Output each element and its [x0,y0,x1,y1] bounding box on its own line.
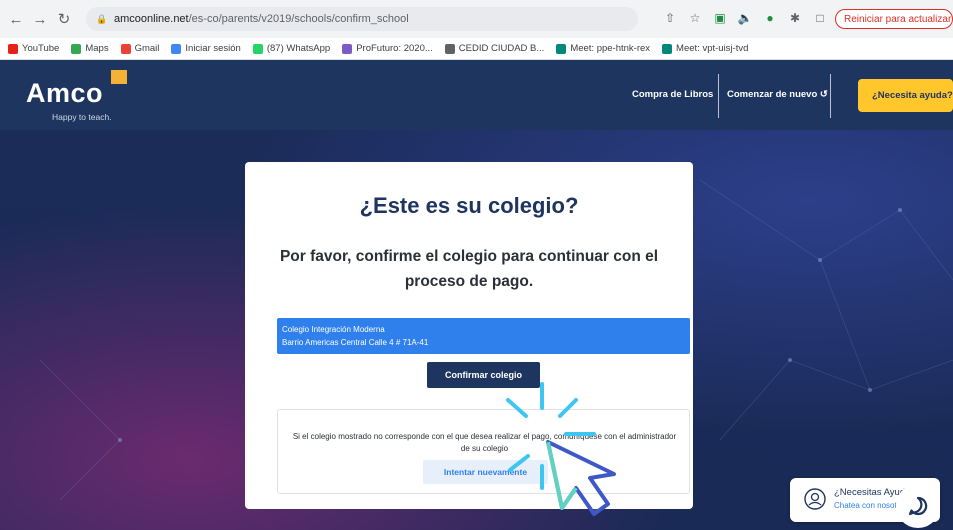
star-icon[interactable]: ☆ [687,9,703,27]
bookmark-favicon-icon [120,43,131,54]
puzzle-icon[interactable]: ✱ [787,9,803,27]
bookmark-label: YouTube [22,43,60,54]
url-path: /es-co/parents/v2019/schools/confirm_sch… [188,13,409,25]
click-cursor-icon [506,382,616,516]
support-agent-icon [804,488,826,510]
bookmark-label: (87) WhatsApp [266,43,331,54]
bookmark-item[interactable]: Maps [71,43,109,54]
bookmark-favicon-icon [342,43,353,54]
update-button[interactable]: Reiniciar para actualizar [835,9,953,29]
nav-books-link[interactable]: Compra de Libros [632,89,713,100]
bookmark-item[interactable]: Iniciar sesión [171,43,241,54]
help-button[interactable]: ¿Necesita ayuda? [858,79,953,112]
speaker-icon[interactable]: 🔈 [737,9,753,27]
bookmark-label: CEDID CIUDAD B... [458,43,545,54]
bookmark-favicon-icon [8,43,18,54]
school-address: Barrio Americas Central Calle 4 # 71A-41 [282,338,429,347]
bookmark-favicon-icon [444,43,455,54]
bookmark-item[interactable]: Gmail [120,43,160,54]
bookmark-item[interactable]: Meet: ppe-htnk-rex [556,43,650,54]
sidepanel-icon[interactable]: □ [812,9,828,27]
lock-icon: 🔒 [96,13,108,24]
browser-toolbar: ← → ↻ 🔒 amcoonline.net/es-co/parents/v20… [0,0,953,38]
nav-divider [830,74,831,118]
bookmark-favicon-icon [71,43,82,54]
logo-tagline: Happy to teach. [52,112,112,122]
page-title: ¿Este es su colegio? [359,193,579,218]
page-subtitle: Por favor, confirme el colegio para cont… [279,248,659,290]
bookmark-favicon-icon [252,43,263,54]
bookmark-item[interactable]: ProFuturo: 2020... [342,43,433,54]
bookmark-label: Maps [85,43,109,54]
bookmark-label: Iniciar sesión [185,43,241,54]
location-icon[interactable]: ● [762,9,778,27]
page-background: Amco Happy to teach. Compra de Libros Co… [0,60,953,530]
extension-icon[interactable]: ▣ [712,9,728,27]
school-option[interactable]: Colegio Integración Moderna Barrio Ameri… [277,318,690,354]
bookmark-item[interactable]: CEDID CIUDAD B... [444,43,545,54]
bookmark-label: ProFuturo: 2020... [356,43,433,54]
toolbar-icons: ⇧ ☆ ▣ 🔈 ● ✱ □ G [662,9,853,27]
site-header: Amco Happy to teach. Compra de Libros Co… [0,60,953,130]
url-host: amcoonline.net [114,13,189,25]
school-name: Colegio Integración Moderna [282,325,385,334]
bookmark-favicon-icon [171,43,182,54]
bookmarks-bar: YouTube Maps Gmail Iniciar sesión (87) Whats… [0,38,953,60]
bookmark-favicon-icon [662,43,673,54]
share-icon[interactable]: ⇧ [662,9,678,27]
bookmark-label: Gmail [134,43,160,54]
bookmark-item[interactable]: (87) WhatsApp [252,43,331,54]
logo-square-icon [111,70,127,84]
back-icon[interactable]: ← [6,9,26,29]
bookmark-item[interactable]: Meet: vpt-uisj-tvd [662,43,748,54]
bookmark-favicon-icon [556,43,567,54]
address-bar[interactable]: 🔒 amcoonline.net/es-co/parents/v2019/sch… [86,7,638,31]
amco-logo[interactable]: Amco [26,78,103,109]
nav-divider [718,74,719,118]
nav-restart-link[interactable]: Comenzar de nuevo ↺ [727,89,828,100]
chat-icon [908,496,928,516]
bookmark-label: Meet: vpt-uisj-tvd [676,43,749,54]
reload-icon[interactable]: ↻ [54,9,74,29]
bookmark-item[interactable]: YouTube [8,43,59,54]
chat-open-button[interactable] [896,484,940,528]
bookmark-label: Meet: ppe-htnk-rex [570,43,651,54]
forward-icon[interactable]: → [30,9,50,29]
